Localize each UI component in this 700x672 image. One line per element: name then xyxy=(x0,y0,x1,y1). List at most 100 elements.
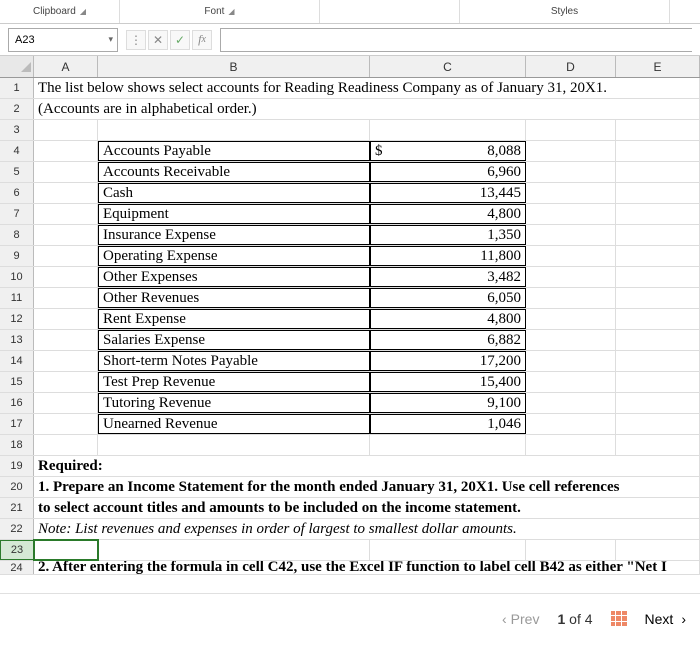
cell[interactable] xyxy=(98,435,370,455)
cancel-icon[interactable]: ✕ xyxy=(148,30,168,50)
dialog-launcher-icon[interactable]: ◢ xyxy=(80,7,86,16)
row-header[interactable]: 22 xyxy=(0,519,34,539)
cell-account-name[interactable]: Unearned Revenue xyxy=(98,414,370,434)
row-header[interactable]: 16 xyxy=(0,393,34,413)
row-header[interactable]: 19 xyxy=(0,456,34,476)
cell[interactable] xyxy=(526,141,616,161)
cell-account-name[interactable]: Operating Expense xyxy=(98,246,370,266)
cell[interactable] xyxy=(34,267,98,287)
cell[interactable] xyxy=(526,414,616,434)
cell-account-value[interactable]: $8,088 xyxy=(370,141,526,161)
cell-account-name[interactable]: Rent Expense xyxy=(98,309,370,329)
prev-button[interactable]: ‹ Prev xyxy=(502,611,539,627)
select-all-corner[interactable] xyxy=(0,56,34,77)
row-header[interactable]: 15 xyxy=(0,372,34,392)
cell[interactable] xyxy=(526,309,616,329)
enter-icon[interactable]: ✓ xyxy=(170,30,190,50)
cell-account-name[interactable]: Accounts Payable xyxy=(98,141,370,161)
cell-account-name[interactable]: Tutoring Revenue xyxy=(98,393,370,413)
cell-account-name[interactable]: Salaries Expense xyxy=(98,330,370,350)
cell[interactable] xyxy=(616,393,700,413)
row-header[interactable]: 2 xyxy=(0,99,34,119)
cell[interactable] xyxy=(616,225,700,245)
row-header[interactable]: 7 xyxy=(0,204,34,224)
col-header-B[interactable]: B xyxy=(98,56,370,77)
cell[interactable] xyxy=(34,120,98,140)
cell-account-name[interactable]: Test Prep Revenue xyxy=(98,372,370,392)
cell-A2[interactable]: (Accounts are in alphabetical order.) xyxy=(34,99,700,119)
more-icon[interactable]: ⋮ xyxy=(126,30,146,50)
cell[interactable] xyxy=(34,393,98,413)
formula-input[interactable] xyxy=(220,28,692,52)
dialog-launcher-icon[interactable]: ◢ xyxy=(228,7,234,16)
cell-A19[interactable]: Required: xyxy=(34,456,700,476)
cell[interactable] xyxy=(526,246,616,266)
next-button[interactable]: Next › xyxy=(645,611,686,627)
cell-account-value[interactable]: 9,100 xyxy=(370,393,526,413)
cell[interactable] xyxy=(616,183,700,203)
cell-account-name[interactable]: Accounts Receivable xyxy=(98,162,370,182)
cell[interactable] xyxy=(526,204,616,224)
cell-account-value[interactable]: 13,445 xyxy=(370,183,526,203)
row-header-selected[interactable]: 23 xyxy=(0,540,34,560)
cell[interactable] xyxy=(616,162,700,182)
row-header[interactable]: 10 xyxy=(0,267,34,287)
cell-A24[interactable]: 2. After entering the formula in cell C4… xyxy=(34,561,700,574)
row-header[interactable]: 20 xyxy=(0,477,34,497)
grid-view-icon[interactable] xyxy=(611,611,627,627)
cell[interactable] xyxy=(616,372,700,392)
row-header[interactable]: 18 xyxy=(0,435,34,455)
cell-account-value[interactable]: 1,350 xyxy=(370,225,526,245)
cell[interactable] xyxy=(370,435,526,455)
cell[interactable] xyxy=(616,267,700,287)
cell[interactable] xyxy=(526,372,616,392)
cell[interactable] xyxy=(616,435,700,455)
cell[interactable] xyxy=(526,435,616,455)
col-header-E[interactable]: E xyxy=(616,56,700,77)
cell[interactable] xyxy=(526,120,616,140)
row-header[interactable]: 3 xyxy=(0,120,34,140)
cell-account-value[interactable]: 6,882 xyxy=(370,330,526,350)
row-header[interactable]: 6 xyxy=(0,183,34,203)
cell-account-value[interactable]: 17,200 xyxy=(370,351,526,371)
cell[interactable] xyxy=(616,309,700,329)
cell[interactable] xyxy=(34,309,98,329)
cell[interactable] xyxy=(526,288,616,308)
row-header[interactable]: 24 xyxy=(0,561,34,574)
row-header[interactable]: 21 xyxy=(0,498,34,518)
row-header[interactable]: 17 xyxy=(0,414,34,434)
cell[interactable] xyxy=(526,351,616,371)
cell[interactable] xyxy=(526,183,616,203)
fx-icon[interactable]: fx xyxy=(192,30,212,50)
cell[interactable] xyxy=(34,204,98,224)
cell[interactable] xyxy=(370,540,526,560)
cell[interactable] xyxy=(34,414,98,434)
cell[interactable] xyxy=(34,372,98,392)
cell-account-name[interactable]: Equipment xyxy=(98,204,370,224)
cell[interactable] xyxy=(98,120,370,140)
cell-account-name[interactable]: Insurance Expense xyxy=(98,225,370,245)
cell[interactable] xyxy=(34,288,98,308)
cell[interactable] xyxy=(616,351,700,371)
cell[interactable] xyxy=(34,246,98,266)
cell[interactable] xyxy=(616,120,700,140)
cell[interactable] xyxy=(34,141,98,161)
row-header[interactable]: 8 xyxy=(0,225,34,245)
cell-account-name[interactable]: Short-term Notes Payable xyxy=(98,351,370,371)
cell[interactable] xyxy=(34,225,98,245)
cell[interactable] xyxy=(34,351,98,371)
chevron-down-icon[interactable]: ▾ xyxy=(108,34,113,45)
cell-account-value[interactable]: 6,960 xyxy=(370,162,526,182)
row-header[interactable]: 4 xyxy=(0,141,34,161)
cell-A20[interactable]: 1. Prepare an Income Statement for the m… xyxy=(34,477,700,497)
cell-account-name[interactable]: Other Expenses xyxy=(98,267,370,287)
cell[interactable] xyxy=(526,393,616,413)
cell-A23-selected[interactable] xyxy=(34,540,98,560)
cell[interactable] xyxy=(34,162,98,182)
cell-A21[interactable]: to select account titles and amounts to … xyxy=(34,498,700,518)
cell-A1[interactable]: The list below shows select accounts for… xyxy=(34,78,700,98)
cell[interactable] xyxy=(616,540,700,560)
cell[interactable] xyxy=(616,414,700,434)
cell[interactable] xyxy=(526,225,616,245)
cell[interactable] xyxy=(616,246,700,266)
